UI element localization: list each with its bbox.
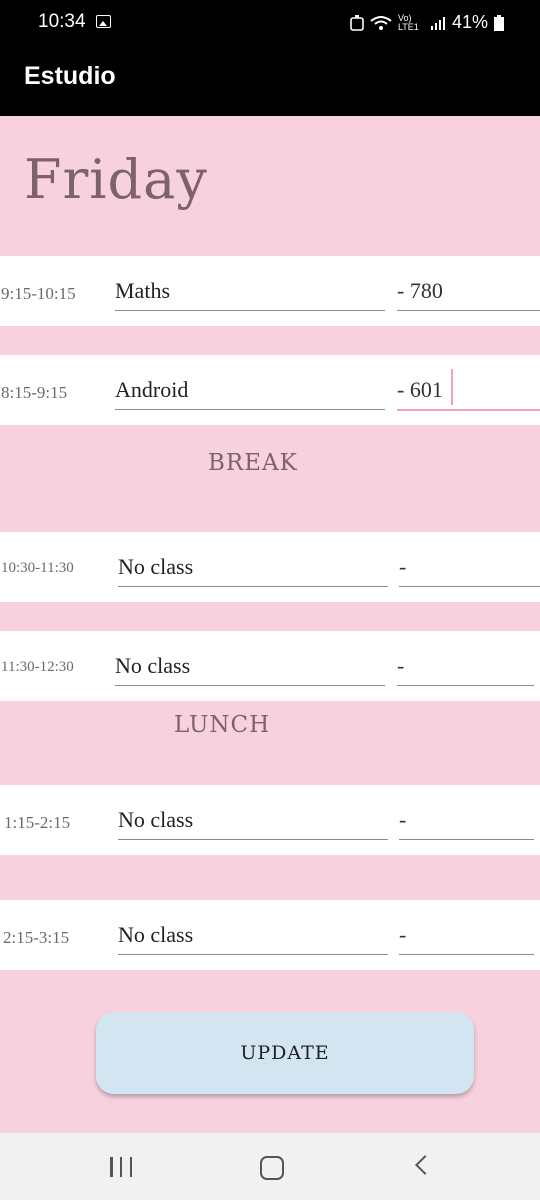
- navigation-bar: [0, 1133, 540, 1200]
- status-icons: Vo) LTE1 41%: [350, 12, 504, 33]
- room-input[interactable]: [397, 272, 540, 311]
- status-time: 10:34: [38, 11, 86, 32]
- subject-input[interactable]: [118, 916, 388, 955]
- battery-icon: [494, 14, 504, 31]
- alarm-icon: [350, 14, 364, 31]
- home-icon[interactable]: [260, 1156, 284, 1180]
- time-label: 1:15-2:15: [4, 813, 71, 832]
- recent-apps-icon[interactable]: [110, 1157, 132, 1177]
- status-bar: 10:34 Vo) LTE1 41%: [0, 0, 540, 46]
- room-input[interactable]: [399, 801, 534, 840]
- schedule-row: 9:15-10:15: [0, 256, 540, 326]
- room-input[interactable]: [399, 548, 540, 587]
- image-notification-icon: [96, 15, 111, 28]
- schedule-row: 1:15-2:15: [0, 785, 540, 855]
- subject-input[interactable]: [118, 801, 388, 840]
- time-label: 11:30-12:30: [1, 659, 74, 675]
- schedule-row: 2:15-3:15: [0, 900, 540, 970]
- network-label: Vo) LTE1: [397, 12, 419, 32]
- app-title: Estudio: [24, 62, 116, 90]
- battery-percent: 41%: [451, 12, 488, 32]
- lunch-label: LUNCH: [174, 712, 271, 738]
- text-cursor: [451, 369, 453, 405]
- room-input[interactable]: [397, 647, 534, 686]
- subject-input[interactable]: [118, 548, 388, 587]
- room-input[interactable]: [399, 916, 534, 955]
- wifi-icon: [370, 15, 392, 30]
- update-button[interactable]: UPDATE: [96, 1012, 474, 1094]
- time-label: 10:30-11:30: [1, 560, 74, 576]
- back-icon[interactable]: [415, 1155, 435, 1175]
- subject-input[interactable]: [115, 272, 385, 311]
- app-bar: Estudio: [0, 46, 540, 116]
- schedule-row: 11:30-12:30: [0, 631, 540, 701]
- break-label: BREAK: [208, 450, 298, 476]
- time-label: 2:15-3:15: [3, 928, 70, 947]
- time-label: 9:15-10:15: [1, 284, 76, 303]
- signal-icon: [430, 16, 445, 30]
- room-input[interactable]: [397, 371, 540, 411]
- subject-input[interactable]: [115, 647, 385, 686]
- schedule-row: 8:15-9:15: [0, 355, 540, 425]
- schedule-row: 10:30-11:30: [0, 532, 540, 602]
- time-label: 8:15-9:15: [1, 383, 68, 402]
- day-title: Friday: [24, 148, 208, 211]
- subject-input[interactable]: [115, 371, 385, 410]
